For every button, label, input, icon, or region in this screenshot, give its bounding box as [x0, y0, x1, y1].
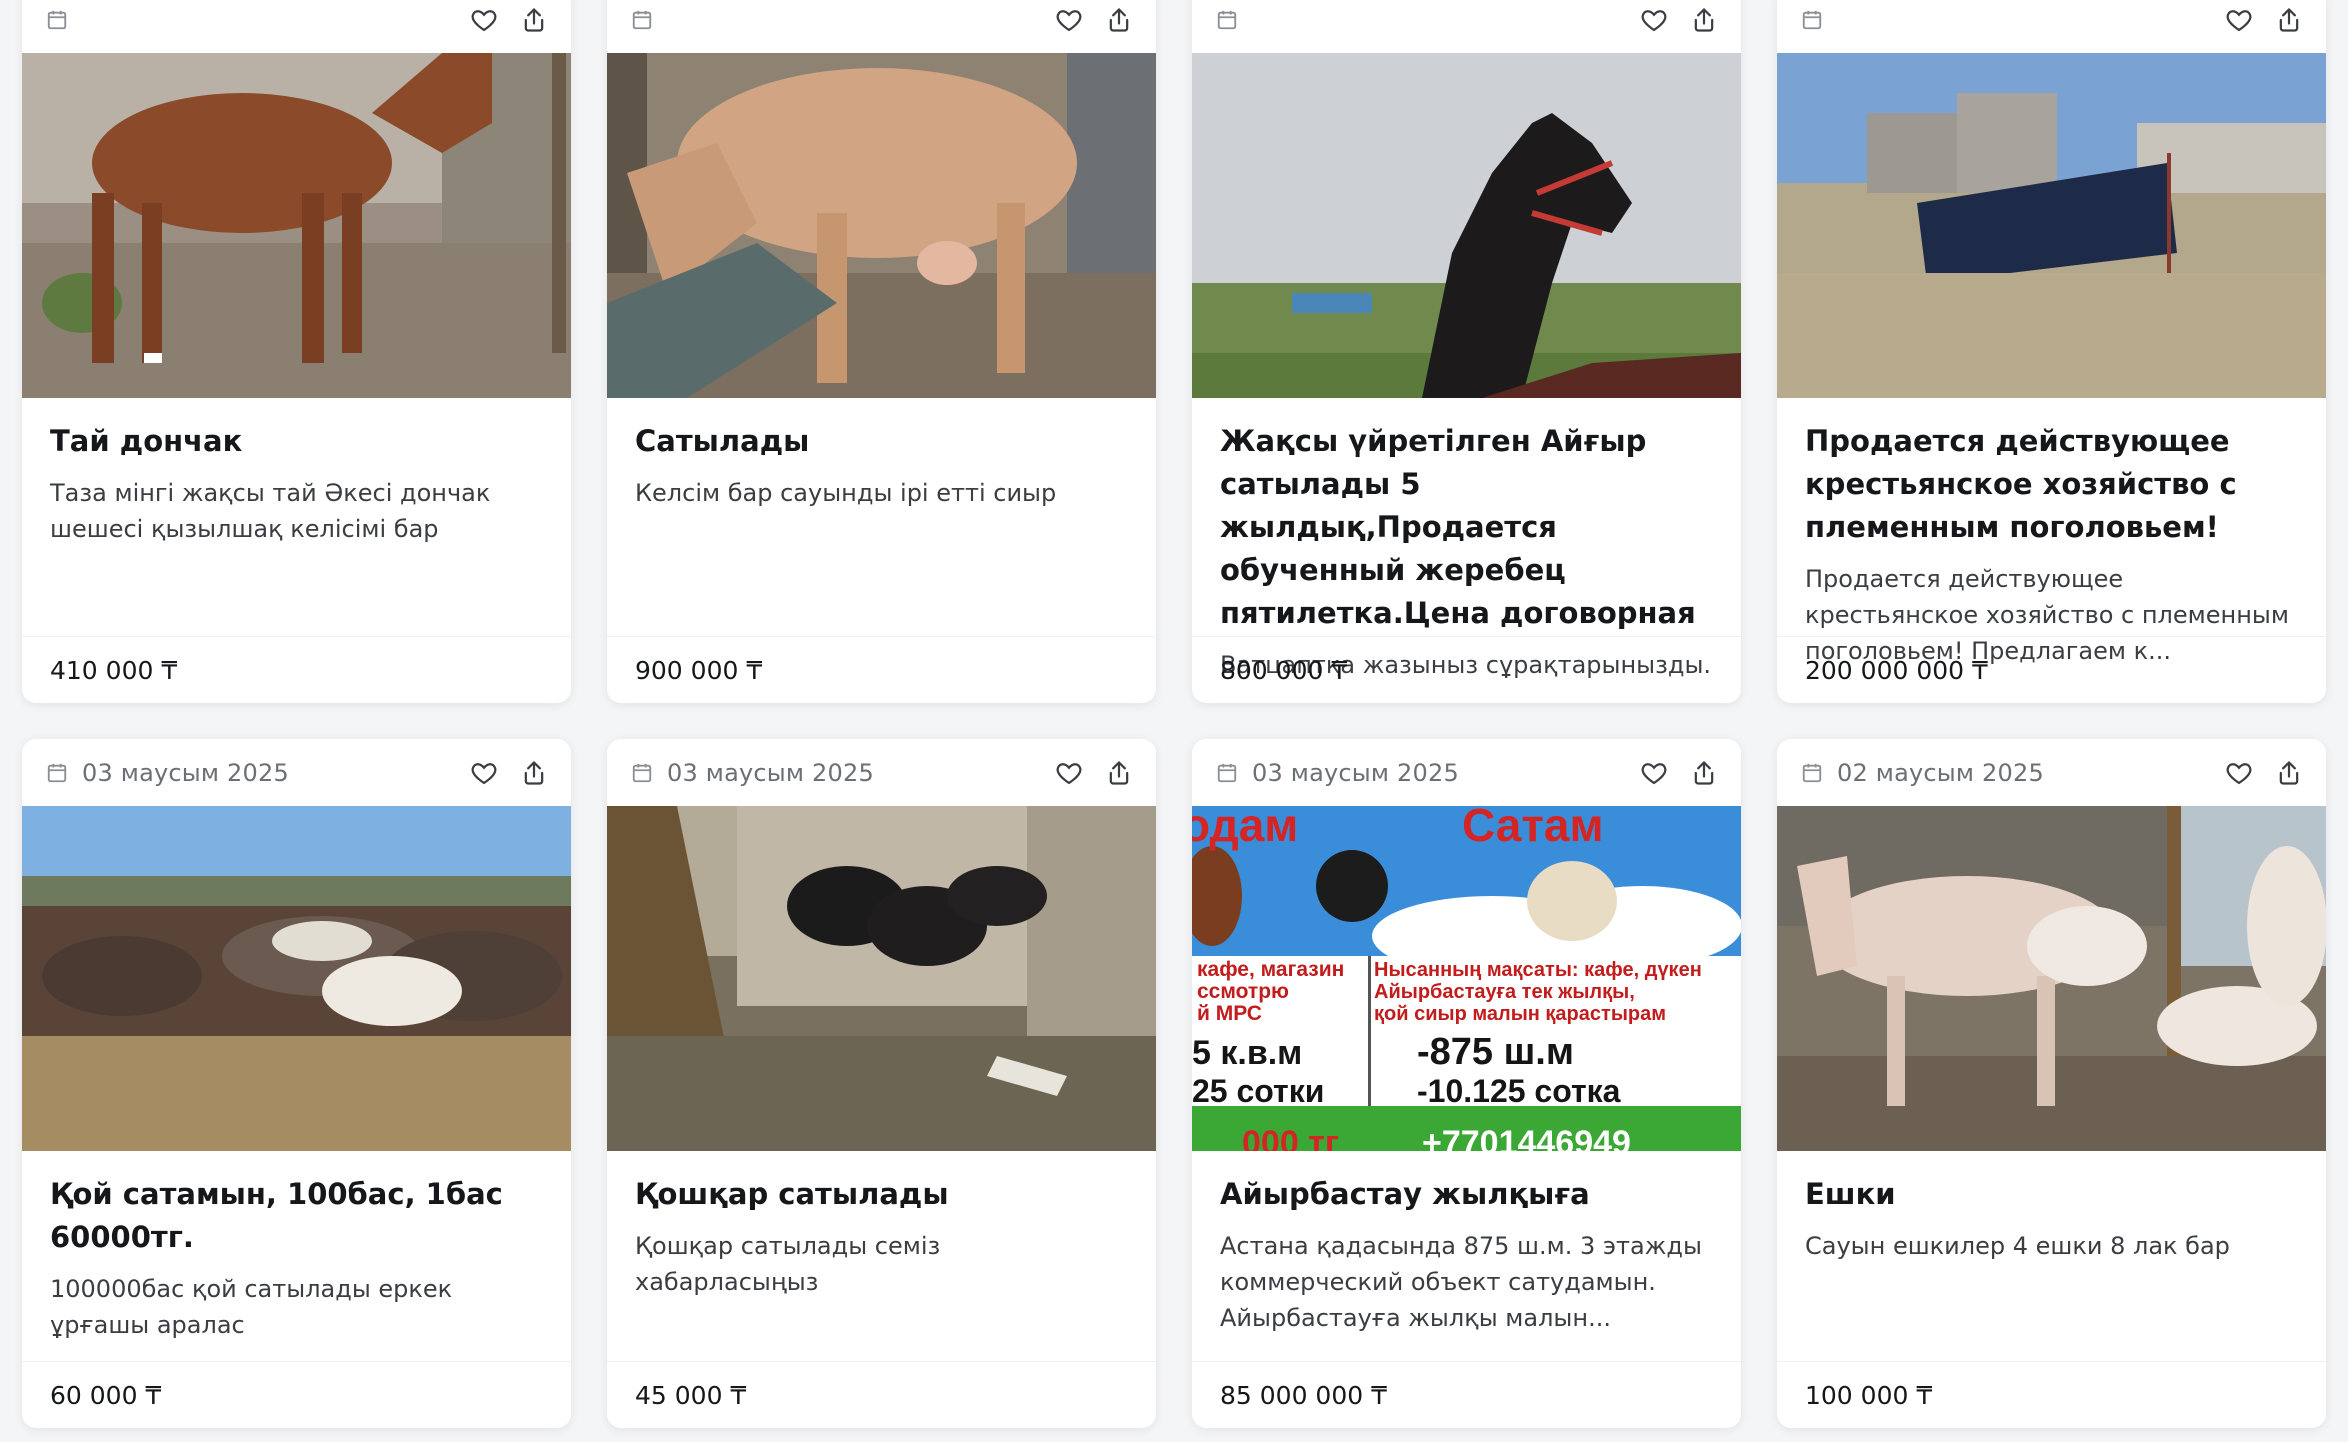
card-header — [607, 0, 1156, 53]
share-icon[interactable] — [2274, 5, 2304, 35]
listing-photo[interactable]: одам Сатам кафе, магазин ссмотрю й МРС 5… — [1192, 806, 1741, 1151]
share-icon[interactable] — [519, 5, 549, 35]
listing-date: 03 маусым 2025 — [1252, 758, 1459, 787]
listing-price: 900 000 ₸ — [607, 636, 1156, 703]
listing-title[interactable]: Тай дончак — [50, 420, 543, 463]
calendar-icon — [631, 9, 653, 31]
share-icon[interactable] — [1104, 5, 1134, 35]
listing-card[interactable]: 03 маусым 2025 одам Сатам кафе, магазин … — [1192, 739, 1741, 1428]
listing-price: 100 000 ₸ — [1777, 1361, 2326, 1428]
listing-card[interactable]: Тай дончак Таза мінгі жақсы тай Әкесі до… — [22, 0, 571, 703]
ad-banner-photo: одам Сатам кафе, магазин ссмотрю й МРС 5… — [1192, 806, 1741, 1151]
heart-icon[interactable] — [1639, 758, 1669, 788]
listing-photo[interactable] — [22, 53, 571, 398]
listing-photo[interactable] — [1192, 53, 1741, 398]
listing-card[interactable]: Сатылады Келсім бар сауынды ірі етті сиы… — [607, 0, 1156, 703]
listing-title[interactable]: Продается действующее крестьянское хозяй… — [1805, 420, 2298, 549]
listing-title[interactable]: Сатылады — [635, 420, 1128, 463]
listing-description: Сауын ешкилер 4 ешки 8 лак бар — [1805, 1232, 2230, 1260]
share-icon[interactable] — [2274, 758, 2304, 788]
listing-title[interactable]: Айырбастау жылқыға — [1220, 1173, 1713, 1216]
ad-heading-left: одам — [1192, 806, 1298, 851]
listing-card[interactable]: 02 маусым 2025 Ешки Сауын ешкилер 4 ешки… — [1777, 739, 2326, 1428]
card-header: 02 маусым 2025 — [1777, 739, 2326, 806]
ad-left-area: 5 к.в.м — [1192, 1034, 1302, 1072]
listing-card[interactable]: 03 маусым 2025 Қошқар сатылады Қошқар са… — [607, 739, 1156, 1428]
listing-date: 02 маусым 2025 — [1837, 758, 2044, 787]
listing-title[interactable]: Жақсы үйретілген Айғыр сатылады 5 жылдық… — [1220, 420, 1713, 635]
ad-left-line3: й МРС — [1197, 1002, 1262, 1025]
goats-photo — [1777, 806, 2326, 1151]
calendar-icon — [1216, 762, 1238, 784]
listing-title[interactable]: Ешки — [1805, 1173, 2298, 1216]
share-icon[interactable] — [1689, 5, 1719, 35]
heart-icon[interactable] — [469, 5, 499, 35]
ad-left-line2: ссмотрю — [1197, 980, 1289, 1003]
listing-description: Астана қадасында 875 ш.м. 3 этажды комме… — [1220, 1232, 1702, 1332]
heart-icon[interactable] — [2224, 758, 2254, 788]
heart-icon[interactable] — [1639, 5, 1669, 35]
listing-photo[interactable] — [1777, 806, 2326, 1151]
listing-photo[interactable] — [1777, 53, 2326, 398]
ad-right-sotka: -10.125 сотка — [1417, 1073, 1621, 1109]
listing-price: 410 000 ₸ — [22, 636, 571, 703]
calendar-icon — [1801, 762, 1823, 784]
share-icon[interactable] — [1689, 758, 1719, 788]
listing-card[interactable]: Продается действующее крестьянское хозяй… — [1777, 0, 2326, 703]
share-icon[interactable] — [1104, 758, 1134, 788]
horse-photo — [22, 53, 571, 398]
farm-photo — [1777, 53, 2326, 398]
card-header — [1777, 0, 2326, 53]
listing-title[interactable]: Қошқар сатылады — [635, 1173, 1128, 1216]
ad-right-line1: Нысанның мақсаты: кафе, дүкен — [1374, 959, 1702, 981]
stallion-photo — [1192, 53, 1741, 398]
listing-description: Қошқар сатылады семіз хабарласыңыз — [635, 1232, 941, 1296]
sheep-flock-photo — [22, 806, 571, 1151]
listing-photo[interactable] — [607, 806, 1156, 1151]
cow-photo — [607, 53, 1156, 398]
listing-description: Келсім бар сауынды ірі етті сиыр — [635, 479, 1057, 507]
card-header — [1192, 0, 1741, 53]
heart-icon[interactable] — [1054, 5, 1084, 35]
listing-date: 03 маусым 2025 — [667, 758, 874, 787]
listing-photo[interactable] — [607, 53, 1156, 398]
ad-left-line1: кафе, магазин — [1197, 958, 1344, 981]
listing-price: 45 000 ₸ — [607, 1361, 1156, 1428]
heart-icon[interactable] — [2224, 5, 2254, 35]
calendar-icon — [46, 762, 68, 784]
listing-price: 800 000 ₸ — [1192, 636, 1741, 703]
ad-right-area: -875 ш.м — [1417, 1031, 1574, 1073]
card-header: 03 маусым 2025 — [607, 739, 1156, 806]
calendar-icon — [1801, 9, 1823, 31]
listing-card[interactable]: Жақсы үйретілген Айғыр сатылады 5 жылдық… — [1192, 0, 1741, 703]
listing-card[interactable]: 03 маусым 2025 Қой сатамын, 100бас, 1бас… — [22, 739, 571, 1428]
ad-bottom-right: +7701446949 — [1422, 1124, 1631, 1151]
ad-heading-right: Сатам — [1462, 806, 1604, 851]
listing-description: Таза мінгі жақсы тай Әкесі дончак шешесі… — [50, 479, 491, 543]
share-icon[interactable] — [519, 758, 549, 788]
calendar-icon — [1216, 9, 1238, 31]
listing-price: 85 000 000 ₸ — [1192, 1361, 1741, 1428]
heart-icon[interactable] — [1054, 758, 1084, 788]
calendar-icon — [46, 9, 68, 31]
ad-bottom-left: 000 тг — [1242, 1124, 1339, 1151]
card-header: 03 маусым 2025 — [22, 739, 571, 806]
listing-photo[interactable] — [22, 806, 571, 1151]
listing-price: 60 000 ₸ — [22, 1361, 571, 1428]
listing-date: 03 маусым 2025 — [82, 758, 289, 787]
ad-right-line3: қой сиыр малын қарастырам — [1374, 1003, 1666, 1025]
calendar-icon — [631, 762, 653, 784]
listing-title[interactable]: Қой сатамын, 100бас, 1бас 60000тг. — [50, 1173, 543, 1259]
listing-description: 100000бас қой сатылады еркек ұрғашы арал… — [50, 1275, 453, 1339]
rams-photo — [607, 806, 1156, 1151]
heart-icon[interactable] — [469, 758, 499, 788]
ad-right-line2: Айырбастауға тек жылқы, — [1374, 981, 1635, 1003]
card-header: 03 маусым 2025 — [1192, 739, 1741, 806]
listings-grid: Тай дончак Таза мінгі жақсы тай Әкесі до… — [0, 0, 2348, 1442]
ad-left-sotka: 25 сотки — [1192, 1073, 1324, 1109]
listing-price: 200 000 000 ₸ — [1777, 636, 2326, 703]
card-header — [22, 0, 571, 53]
